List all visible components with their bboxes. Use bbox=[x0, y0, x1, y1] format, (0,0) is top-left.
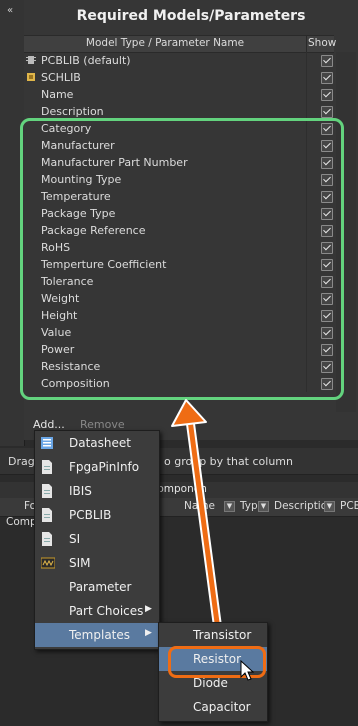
column-description[interactable]: Descriptio bbox=[274, 500, 327, 512]
menu-item-label: SIM bbox=[69, 556, 91, 570]
chip-icon bbox=[26, 55, 36, 65]
datasheet-icon bbox=[41, 436, 53, 450]
filter-description-icon[interactable]: ▼ bbox=[324, 501, 335, 512]
column-divider bbox=[306, 69, 307, 86]
filter-name-icon[interactable]: ▼ bbox=[224, 501, 235, 512]
menu-item-label: PCBLIB bbox=[69, 508, 112, 522]
schlib-icon bbox=[26, 72, 36, 82]
show-checkbox[interactable] bbox=[321, 55, 333, 67]
menu-item[interactable]: PCBLIB bbox=[35, 503, 159, 527]
document-icon bbox=[41, 484, 53, 498]
menu-item[interactable]: Parameter bbox=[35, 575, 159, 599]
document-icon bbox=[41, 460, 53, 474]
collapse-panel-button[interactable]: « bbox=[7, 5, 13, 16]
menu-item[interactable]: Part Choices ▶ bbox=[35, 599, 159, 623]
parameter-row[interactable]: Name bbox=[24, 86, 334, 103]
submenu-arrow-icon: ▶ bbox=[145, 628, 152, 638]
column-divider bbox=[306, 86, 307, 103]
column-name[interactable]: Name bbox=[184, 500, 215, 512]
menu-item-label: Datasheet bbox=[69, 436, 131, 450]
menu-item-label: Parameter bbox=[69, 580, 132, 594]
show-checkbox[interactable] bbox=[321, 106, 333, 118]
menu-item-label: SI bbox=[69, 532, 81, 546]
menu-item[interactable]: SI bbox=[35, 527, 159, 551]
menu-item[interactable]: Datasheet bbox=[35, 431, 159, 455]
parameter-row[interactable]: PCBLIB (default) bbox=[24, 52, 334, 69]
menu-item-label: Part Choices bbox=[69, 604, 144, 618]
parameter-label: PCBLIB (default) bbox=[41, 54, 131, 67]
menu-item[interactable]: SIM bbox=[35, 551, 159, 575]
submenu-arrow-icon: ▶ bbox=[145, 604, 152, 614]
parameter-label: Description bbox=[41, 105, 104, 118]
parameter-label: SCHLIB bbox=[41, 71, 81, 84]
submenu-item-label: Diode bbox=[193, 676, 228, 690]
parameter-row[interactable]: SCHLIB bbox=[24, 69, 334, 86]
submenu-item[interactable]: Transistor bbox=[159, 623, 267, 647]
column-divider bbox=[306, 52, 307, 69]
document-icon bbox=[41, 508, 53, 522]
menu-item[interactable]: Templates ▶ bbox=[35, 623, 159, 647]
filter-type-icon[interactable]: ▼ bbox=[258, 501, 269, 512]
group-hint-left: Drag bbox=[8, 455, 35, 468]
submenu-item[interactable]: Capacitor bbox=[159, 695, 267, 719]
menu-item-label: FpgaPinInfo bbox=[69, 460, 140, 474]
column-pcb[interactable]: PCB bbox=[340, 500, 358, 512]
show-checkbox[interactable] bbox=[321, 72, 333, 84]
add-context-menu: Datasheet FpgaPinInfo IBIS PCBLIB SI SIM Param… bbox=[34, 430, 160, 650]
column-header-name[interactable]: Model Type / Parameter Name bbox=[24, 37, 306, 49]
table-header: Model Type / Parameter Name Show bbox=[24, 35, 336, 53]
submenu-item-label: Transistor bbox=[193, 628, 252, 642]
group-hint-right: o group by that column bbox=[164, 455, 293, 468]
menu-item-label: Templates bbox=[69, 628, 131, 642]
panel-title: Required Models/Parameters bbox=[76, 8, 306, 24]
parameters-highlight-frame bbox=[20, 118, 344, 400]
menu-item-label: IBIS bbox=[69, 484, 92, 498]
column-divider bbox=[306, 36, 307, 52]
parameter-label: Name bbox=[41, 88, 74, 101]
sim-icon bbox=[40, 556, 56, 570]
grid-row[interactable]: Comp bbox=[6, 516, 37, 528]
mouse-cursor-icon bbox=[240, 660, 255, 681]
column-header-show[interactable]: Show bbox=[308, 37, 336, 49]
menu-item[interactable]: FpgaPinInfo bbox=[35, 455, 159, 479]
submenu-item-label: Capacitor bbox=[193, 700, 251, 714]
show-checkbox[interactable] bbox=[321, 89, 333, 101]
column-type[interactable]: Typ bbox=[240, 500, 258, 512]
menu-item[interactable]: IBIS bbox=[35, 479, 159, 503]
document-icon bbox=[41, 532, 53, 546]
